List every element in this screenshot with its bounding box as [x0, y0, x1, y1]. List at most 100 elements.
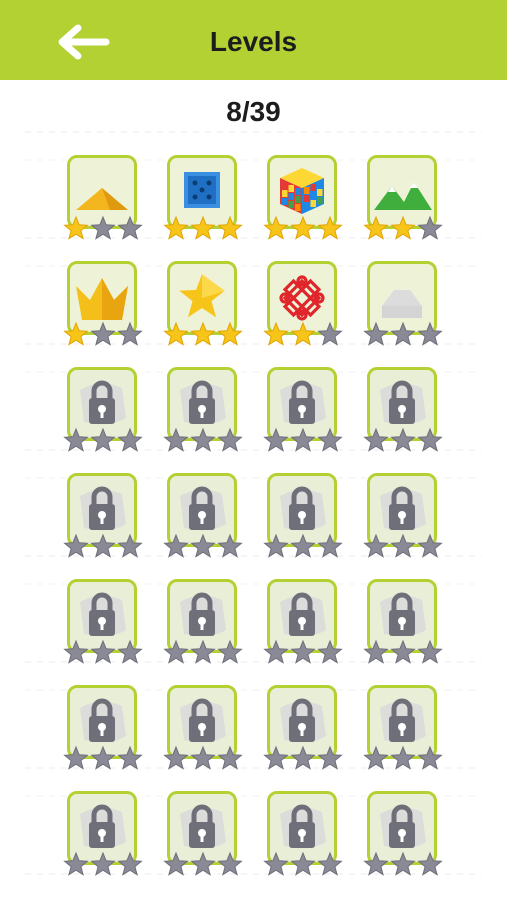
star-filled-icon: [163, 215, 189, 240]
level-star-rating: [363, 533, 443, 561]
star-filled-icon: [263, 321, 289, 346]
star-filled-icon: [163, 321, 189, 346]
level-star-rating: [363, 215, 443, 243]
star-empty-icon: [117, 533, 143, 558]
level-star-rating: [363, 745, 443, 773]
star-empty-icon: [90, 745, 116, 770]
level-card-22[interactable]: [163, 685, 243, 773]
star-empty-icon: [263, 745, 289, 770]
star-empty-icon: [417, 321, 443, 346]
star-empty-icon: [290, 427, 316, 452]
level-star-rating: [263, 533, 343, 561]
star-empty-icon: [163, 533, 189, 558]
level-star-rating: [263, 745, 343, 773]
level-star-rating: [263, 427, 343, 455]
level-card-25[interactable]: [63, 791, 143, 879]
star-empty-icon: [390, 745, 416, 770]
star-filled-icon: [390, 215, 416, 240]
star-empty-icon: [390, 321, 416, 346]
level-card-8[interactable]: [363, 261, 443, 349]
level-card-21[interactable]: [63, 685, 143, 773]
level-card-7[interactable]: [263, 261, 343, 349]
level-card-11[interactable]: [263, 367, 343, 455]
star-empty-icon: [217, 427, 243, 452]
level-card-9[interactable]: [63, 367, 143, 455]
star-filled-icon: [63, 321, 89, 346]
star-empty-icon: [90, 851, 116, 876]
level-card-14[interactable]: [163, 473, 243, 561]
level-card-18[interactable]: [163, 579, 243, 667]
level-card-19[interactable]: [263, 579, 343, 667]
star-empty-icon: [163, 427, 189, 452]
level-grid: [0, 0, 507, 900]
star-empty-icon: [290, 745, 316, 770]
level-card-4[interactable]: [363, 155, 443, 243]
star-empty-icon: [117, 427, 143, 452]
level-card-26[interactable]: [163, 791, 243, 879]
level-card-10[interactable]: [163, 367, 243, 455]
star-empty-icon: [117, 851, 143, 876]
level-star-rating: [63, 427, 143, 455]
star-empty-icon: [117, 639, 143, 664]
level-card-16[interactable]: [363, 473, 443, 561]
level-card-2[interactable]: [163, 155, 243, 243]
level-card-20[interactable]: [363, 579, 443, 667]
level-star-rating: [63, 639, 143, 667]
star-empty-icon: [90, 321, 116, 346]
star-empty-icon: [417, 745, 443, 770]
level-star-rating: [163, 639, 243, 667]
level-star-rating: [263, 321, 343, 349]
star-empty-icon: [63, 427, 89, 452]
star-empty-icon: [390, 427, 416, 452]
star-empty-icon: [90, 533, 116, 558]
level-card-28[interactable]: [363, 791, 443, 879]
level-card-1[interactable]: [63, 155, 143, 243]
star-empty-icon: [117, 321, 143, 346]
star-empty-icon: [417, 851, 443, 876]
star-empty-icon: [217, 745, 243, 770]
star-filled-icon: [263, 215, 289, 240]
level-card-13[interactable]: [63, 473, 143, 561]
star-empty-icon: [163, 745, 189, 770]
level-card-24[interactable]: [363, 685, 443, 773]
star-empty-icon: [417, 533, 443, 558]
star-filled-icon: [190, 321, 216, 346]
level-star-rating: [163, 533, 243, 561]
star-empty-icon: [217, 533, 243, 558]
level-star-rating: [63, 215, 143, 243]
star-empty-icon: [290, 639, 316, 664]
level-star-rating: [263, 851, 343, 879]
star-filled-icon: [63, 215, 89, 240]
level-card-17[interactable]: [63, 579, 143, 667]
level-card-12[interactable]: [363, 367, 443, 455]
level-star-rating: [163, 745, 243, 773]
star-empty-icon: [190, 533, 216, 558]
star-empty-icon: [263, 639, 289, 664]
star-empty-icon: [190, 427, 216, 452]
star-empty-icon: [317, 533, 343, 558]
level-card-5[interactable]: [63, 261, 143, 349]
star-empty-icon: [317, 321, 343, 346]
star-filled-icon: [363, 215, 389, 240]
star-filled-icon: [217, 321, 243, 346]
level-card-3[interactable]: [263, 155, 343, 243]
star-empty-icon: [217, 639, 243, 664]
level-card-15[interactable]: [263, 473, 343, 561]
level-star-rating: [363, 639, 443, 667]
star-empty-icon: [217, 851, 243, 876]
star-empty-icon: [90, 639, 116, 664]
star-empty-icon: [317, 851, 343, 876]
star-empty-icon: [417, 215, 443, 240]
star-filled-icon: [290, 321, 316, 346]
star-empty-icon: [63, 851, 89, 876]
star-empty-icon: [163, 639, 189, 664]
star-empty-icon: [290, 533, 316, 558]
star-empty-icon: [417, 427, 443, 452]
level-card-23[interactable]: [263, 685, 343, 773]
level-card-27[interactable]: [263, 791, 343, 879]
level-star-rating: [263, 639, 343, 667]
star-empty-icon: [63, 745, 89, 770]
level-star-rating: [163, 851, 243, 879]
star-empty-icon: [90, 215, 116, 240]
level-card-6[interactable]: [163, 261, 243, 349]
